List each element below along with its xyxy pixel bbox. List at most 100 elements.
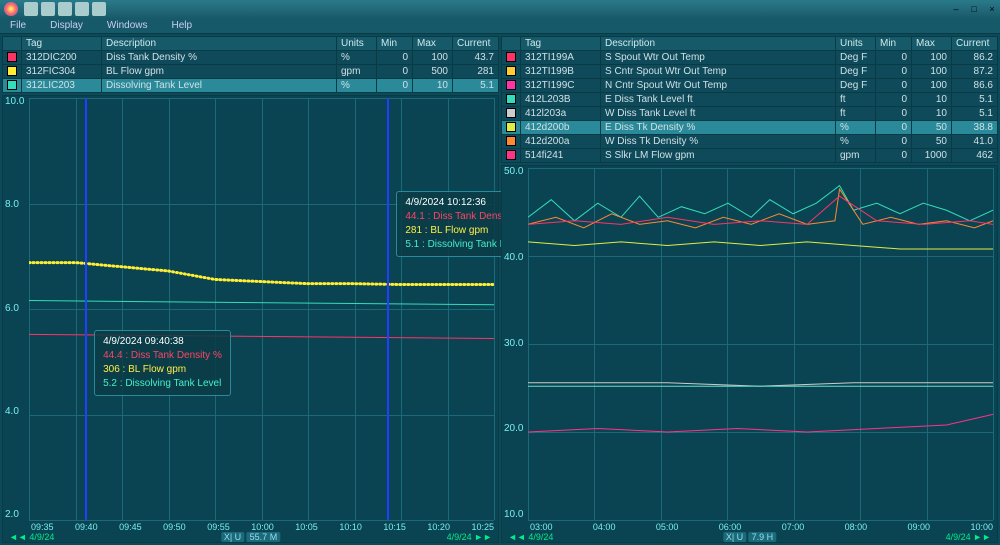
cell-tag: 312DIC200 — [22, 51, 102, 65]
cell-desc: S Cntr Spout Wtr Out Temp — [601, 65, 836, 79]
cell-desc: W Diss Tk Density % — [601, 135, 836, 149]
table-row[interactable]: 312TI199AS Spout Wtr Out TempDeg F010086… — [502, 51, 998, 65]
chart-status-bar: ◄◄ 4/9/24 X| U 55.7 M 4/9/24 ►► — [5, 531, 496, 542]
cell-min: 0 — [876, 135, 912, 149]
cell-max: 100 — [912, 79, 952, 93]
table-row[interactable]: 412d200aW Diss Tk Density %%05041.0 — [502, 135, 998, 149]
table-row[interactable]: 312LIC203Dissolving Tank Level%0105.1 — [3, 79, 499, 93]
tooltip-value: 44.4 : Diss Tank Density % — [103, 349, 222, 363]
time-span[interactable]: 7.9 H — [749, 532, 777, 542]
table-row[interactable]: 412l203aW Diss Tank Level ftft0105.1 — [502, 107, 998, 121]
tooltip-value: 5.2 : Dissolving Tank Level — [103, 377, 222, 391]
title-bar: – □ × — [0, 0, 1000, 18]
cell-current: 5.1 — [952, 93, 998, 107]
toolbar-icon[interactable] — [92, 2, 106, 16]
cursor-line[interactable] — [85, 98, 87, 520]
color-swatch — [506, 136, 516, 146]
cell-units: % — [836, 121, 876, 135]
cell-min: 0 — [876, 121, 912, 135]
maximize-button[interactable]: □ — [968, 4, 980, 14]
toolbar-icon[interactable] — [58, 2, 72, 16]
cell-units: gpm — [337, 65, 377, 79]
toolbar-icon[interactable] — [24, 2, 38, 16]
left-panel: TagDescriptionUnitsMinMaxCurrent 312DIC2… — [2, 36, 499, 543]
right-panel: TagDescriptionUnitsMinMaxCurrent 312TI19… — [501, 36, 998, 543]
cell-min: 0 — [876, 107, 912, 121]
right-chart[interactable]: 50.040.030.020.010.003:0004:0005:0006:00… — [501, 165, 998, 543]
table-row[interactable]: 312DIC200Diss Tank Density %%010043.7 — [3, 51, 499, 65]
col-units: Units — [836, 37, 876, 51]
cell-max: 100 — [912, 51, 952, 65]
left-tag-table[interactable]: TagDescriptionUnitsMinMaxCurrent 312DIC2… — [2, 36, 499, 93]
cursor-line[interactable] — [387, 98, 389, 520]
time-span[interactable]: 55.7 M — [247, 532, 281, 542]
left-chart[interactable]: 10.08.06.04.02.0 4/9/2024 09:40:3844.4 : … — [2, 95, 499, 543]
color-swatch — [7, 52, 17, 62]
col-min: Min — [377, 37, 413, 51]
cell-current: 87.2 — [952, 65, 998, 79]
col-desc: Description — [102, 37, 337, 51]
col-desc: Description — [601, 37, 836, 51]
nav-prev[interactable]: ◄◄ 4/9/24 — [9, 532, 54, 542]
nav-next[interactable]: 4/9/24 ►► — [946, 532, 991, 542]
toolbar-icon[interactable] — [41, 2, 55, 16]
y-axis: 10.08.06.04.02.0 — [5, 96, 24, 520]
cell-min: 0 — [876, 51, 912, 65]
cell-units: % — [337, 79, 377, 93]
table-row[interactable]: 514fi241S Slkr LM Flow gpmgpm01000462 — [502, 149, 998, 163]
col-current: Current — [952, 37, 998, 51]
close-button[interactable]: × — [986, 4, 998, 14]
color-swatch — [506, 66, 516, 76]
cell-max: 100 — [912, 65, 952, 79]
cell-desc: S Spout Wtr Out Temp — [601, 51, 836, 65]
cell-current: 462 — [952, 149, 998, 163]
toolbar-icon[interactable] — [75, 2, 89, 16]
cell-tag: 412d200a — [521, 135, 601, 149]
cell-desc: W Diss Tank Level ft — [601, 107, 836, 121]
cell-units: gpm — [836, 149, 876, 163]
menu-windows[interactable]: Windows — [107, 20, 148, 31]
x-mode[interactable]: X| U — [723, 532, 746, 542]
col-tag: Tag — [22, 37, 102, 51]
color-swatch — [7, 80, 17, 90]
menu-help[interactable]: Help — [172, 20, 193, 31]
nav-prev[interactable]: ◄◄ 4/9/24 — [508, 532, 553, 542]
cell-current: 281 — [453, 65, 499, 79]
table-row[interactable]: 312TI199BS Cntr Spout Wtr Out TempDeg F0… — [502, 65, 998, 79]
menu-bar: File Display Windows Help — [0, 18, 1000, 34]
cell-desc: BL Flow gpm — [102, 65, 337, 79]
minimize-button[interactable]: – — [950, 4, 962, 14]
cell-min: 0 — [377, 79, 413, 93]
cell-min: 0 — [377, 51, 413, 65]
cell-current: 38.8 — [952, 121, 998, 135]
table-row[interactable]: 412d200bE Diss Tk Density %%05038.8 — [502, 121, 998, 135]
cell-max: 10 — [912, 107, 952, 121]
cell-current: 5.1 — [453, 79, 499, 93]
table-row[interactable]: 312FIC304BL Flow gpmgpm0500281 — [3, 65, 499, 79]
plot-area[interactable] — [528, 168, 993, 520]
cell-current: 43.7 — [453, 51, 499, 65]
col-current: Current — [453, 37, 499, 51]
color-swatch — [506, 52, 516, 62]
cell-tag: 312TI199B — [521, 65, 601, 79]
cell-tag: 412d200b — [521, 121, 601, 135]
cell-current: 41.0 — [952, 135, 998, 149]
cell-desc: E Diss Tk Density % — [601, 121, 836, 135]
menu-file[interactable]: File — [10, 20, 26, 31]
table-row[interactable]: 412L203BE Diss Tank Level ftft0105.1 — [502, 93, 998, 107]
plot-area[interactable]: 4/9/2024 09:40:3844.4 : Diss Tank Densit… — [29, 98, 494, 520]
cell-units: ft — [836, 107, 876, 121]
chart-tooltip: 4/9/2024 09:40:3844.4 : Diss Tank Densit… — [94, 330, 231, 396]
col-units: Units — [337, 37, 377, 51]
cell-max: 100 — [413, 51, 453, 65]
menu-display[interactable]: Display — [50, 20, 83, 31]
cell-units: % — [836, 135, 876, 149]
nav-next[interactable]: 4/9/24 ►► — [447, 532, 492, 542]
col-min: Min — [876, 37, 912, 51]
cell-desc: S Slkr LM Flow gpm — [601, 149, 836, 163]
color-swatch — [506, 150, 516, 160]
right-tag-table[interactable]: TagDescriptionUnitsMinMaxCurrent 312TI19… — [501, 36, 998, 163]
x-mode[interactable]: X| U — [221, 532, 244, 542]
cell-tag: 412L203B — [521, 93, 601, 107]
table-row[interactable]: 312TI199CN Cntr Spout Wtr Out TempDeg F0… — [502, 79, 998, 93]
